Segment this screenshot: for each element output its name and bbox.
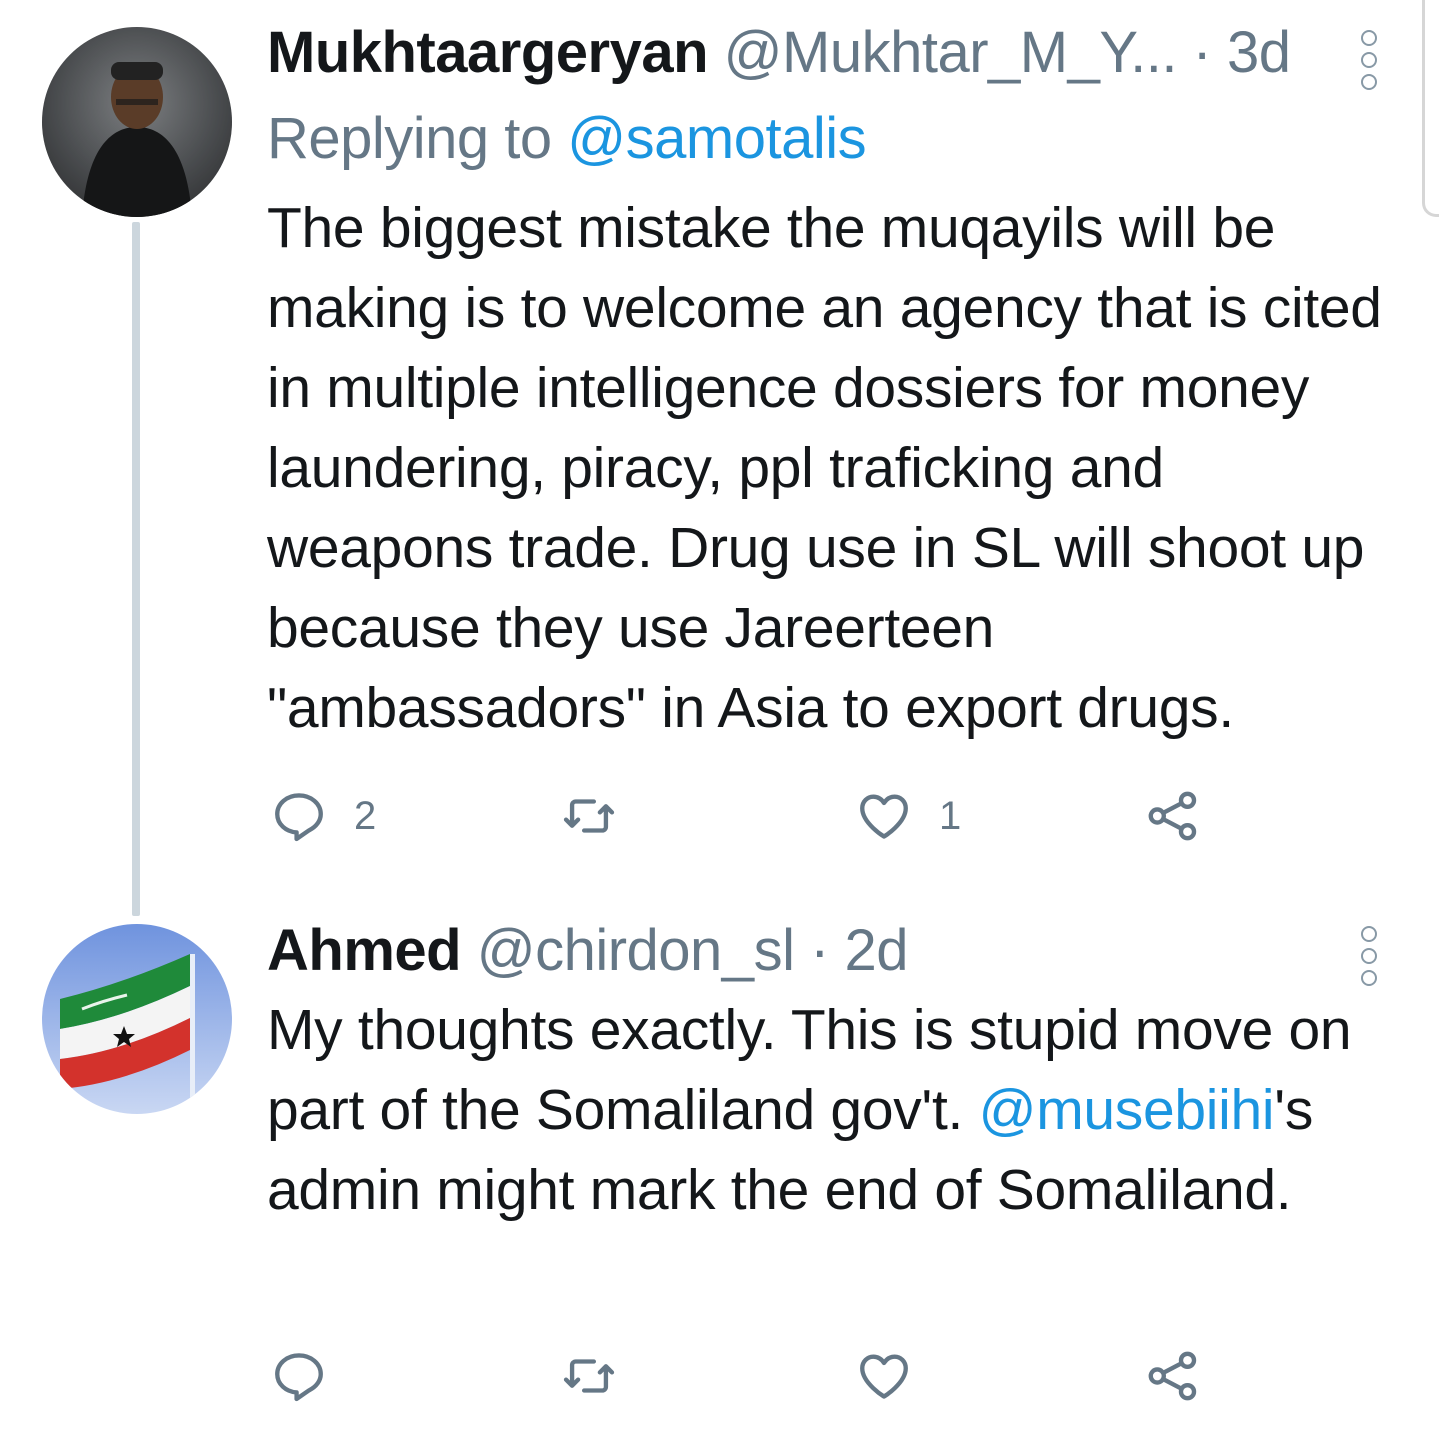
action-bar <box>270 1346 1210 1406</box>
like-count: 1 <box>939 793 962 838</box>
separator-dot: · <box>1176 20 1227 85</box>
reply-count: 2 <box>354 793 377 838</box>
reply-icon <box>275 1353 323 1402</box>
tweet-header: Ahmed @chirdon_sl · 2d <box>267 916 909 986</box>
share-icon <box>1148 1351 1197 1401</box>
display-name[interactable]: Mukhtaargeryan <box>267 20 709 85</box>
action-bar: 2 1 <box>270 786 1210 846</box>
tweet-text: My thoughts exactly. This is stupid move… <box>267 990 1387 1230</box>
retweet-icon <box>563 799 615 833</box>
mention-link[interactable]: @musebiihi <box>979 1078 1275 1142</box>
replying-mention-link[interactable]: @samotalis <box>567 106 866 171</box>
retweet-icon <box>563 1359 615 1393</box>
like-button[interactable] <box>855 1346 913 1406</box>
tweet-1[interactable]: Mukhtaargeryan @Mukhtar_M_Y... · 3d Repl… <box>0 0 1439 916</box>
share-icon <box>1148 791 1197 841</box>
tweet-header: Mukhtaargeryan @Mukhtar_M_Y... · 3d <box>267 18 1291 88</box>
share-button[interactable] <box>1144 1346 1202 1406</box>
avatar-mukhtaargeryan[interactable] <box>42 27 232 217</box>
timestamp[interactable]: 3d <box>1227 20 1291 85</box>
thread-line <box>132 222 140 916</box>
more-icon[interactable] <box>1361 926 1377 986</box>
share-button[interactable] <box>1144 786 1202 846</box>
retweet-button[interactable] <box>560 786 618 846</box>
like-button[interactable]: 1 <box>855 786 961 846</box>
display-name[interactable]: Ahmed <box>267 918 462 983</box>
replying-label: Replying to <box>267 106 568 171</box>
tweet-text: The biggest mistake the muqayils will be… <box>267 196 1382 740</box>
user-handle[interactable]: @chirdon_sl <box>477 918 795 983</box>
reply-button[interactable]: 2 <box>270 786 376 846</box>
tweet-2[interactable]: Ahmed @chirdon_sl · 2d My thoughts exact… <box>0 900 1439 1431</box>
avatar-ahmed[interactable] <box>42 924 232 1114</box>
replying-to: Replying to @samotalis <box>267 104 867 174</box>
heart-icon <box>860 1354 908 1399</box>
more-icon[interactable] <box>1361 30 1377 90</box>
retweet-button[interactable] <box>560 1346 618 1406</box>
user-handle[interactable]: @Mukhtar_M_Y... <box>724 20 1178 85</box>
reply-button[interactable] <box>270 1346 328 1406</box>
separator-dot: · <box>794 918 845 983</box>
heart-icon <box>860 794 908 839</box>
reply-icon <box>275 793 323 842</box>
timestamp[interactable]: 2d <box>845 918 909 983</box>
